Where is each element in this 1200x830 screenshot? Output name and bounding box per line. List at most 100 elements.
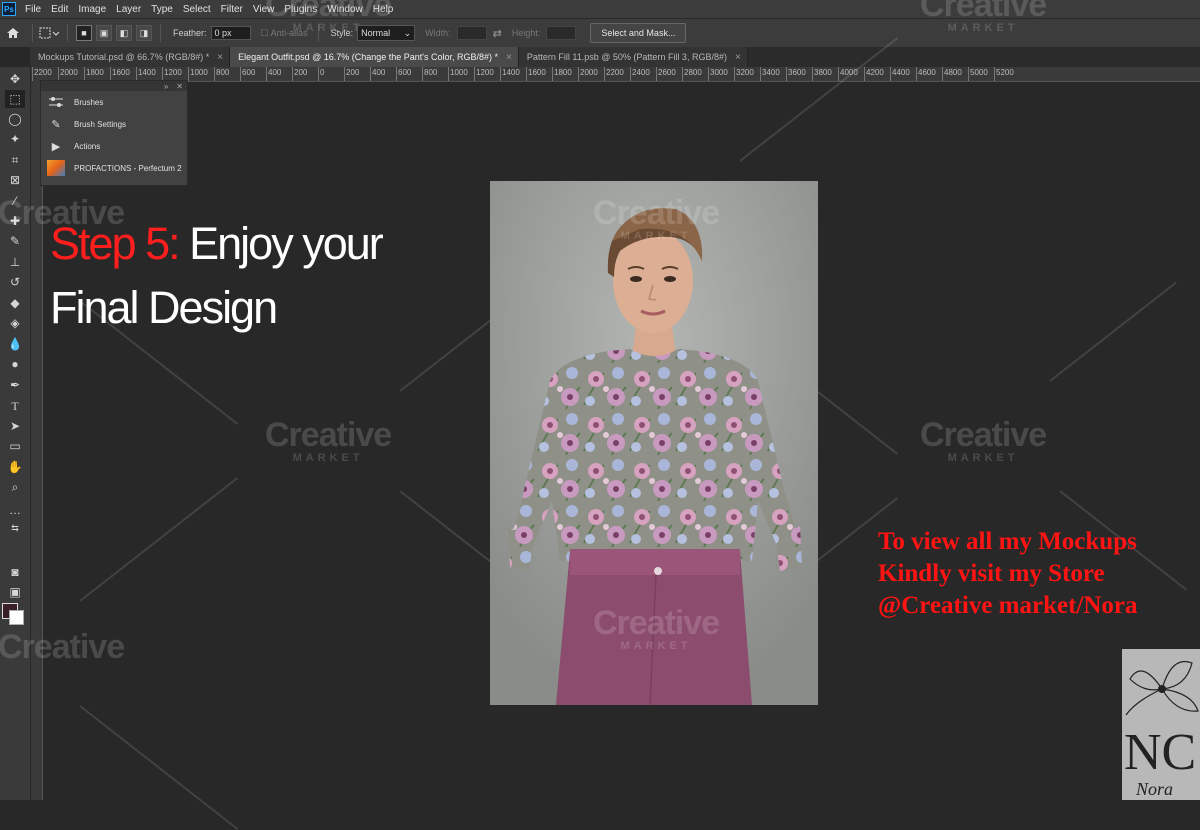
menu-file[interactable]: File <box>20 4 46 15</box>
style-select[interactable]: Normal ⌄ <box>357 25 416 41</box>
ruler-label: 1800 <box>86 68 104 77</box>
ruler-tick <box>58 67 59 81</box>
marquee-preset-icon[interactable] <box>39 25 61 41</box>
tab-mockups-tutorial[interactable]: Mockups Tutorial.psd @ 66.7% (RGB/8#) * × <box>30 47 231 67</box>
intersect-selection-button[interactable]: ◨ <box>136 25 152 41</box>
pen-tool-icon[interactable]: ✒ <box>5 376 25 394</box>
swap-colors-icon[interactable]: ⇆ <box>5 519 25 537</box>
ruler-tick <box>760 67 761 81</box>
eraser-tool-icon[interactable]: ◆ <box>5 294 25 312</box>
history-brush-icon[interactable]: ↺ <box>5 273 25 291</box>
ruler-label: 2200 <box>34 68 52 77</box>
stamp-tool-icon[interactable]: ⊥ <box>5 253 25 271</box>
more-tools-icon[interactable]: … <box>5 501 25 519</box>
ruler-label: 4400 <box>892 68 910 77</box>
brush-tool-icon[interactable]: ✎ <box>5 232 25 250</box>
panel-item-actions[interactable]: ▶ Actions <box>41 135 187 157</box>
store-line-1: To view all my Mockups <box>878 528 1137 555</box>
ruler-tick <box>604 67 605 81</box>
panel-item-label: Brush Settings <box>74 119 127 129</box>
watermark-sub: MARKET <box>947 452 1019 464</box>
select-and-mask-button[interactable]: Select and Mask... <box>590 23 687 43</box>
feather-input[interactable]: 0 px <box>210 26 251 40</box>
horizontal-ruler[interactable]: 2200 2000 1800 1600 1400 1200 1000 800 600 400 200… <box>30 67 1200 82</box>
menu-select[interactable]: Select <box>178 4 216 15</box>
step-number: Step 5: <box>50 218 181 269</box>
frame-tool-icon[interactable]: ⊠ <box>5 171 25 189</box>
menu-type[interactable]: Type <box>146 4 178 15</box>
brushes-panel: » ✕ Brushes ✎ Brush Settings ▶ Actions P… <box>40 80 188 186</box>
height-input[interactable] <box>546 26 577 40</box>
lasso-tool-icon[interactable]: ◯ <box>5 110 25 128</box>
paint-bucket-icon[interactable]: ◈ <box>5 314 25 332</box>
mockup-photo[interactable] <box>490 181 818 705</box>
ruler-label: 1800 <box>554 68 572 77</box>
close-icon[interactable]: ✕ <box>176 82 183 91</box>
store-promo-text: To view all my Mockups Kindly visit my S… <box>878 526 1138 622</box>
close-icon[interactable]: × <box>735 52 741 63</box>
ruler-tick <box>214 67 215 81</box>
close-icon[interactable]: × <box>217 52 223 63</box>
ruler-tick <box>110 67 111 81</box>
magic-wand-icon[interactable]: ✦ <box>5 130 25 148</box>
subtract-selection-button[interactable]: ◧ <box>116 25 132 41</box>
logo-script: Nora <box>1135 779 1173 799</box>
panel-item-label: Actions <box>74 141 101 151</box>
ruler-label: 600 <box>242 68 256 77</box>
step-title-line-1: Enjoy your <box>189 218 384 269</box>
ruler-label: 400 <box>268 68 282 77</box>
move-tool-icon[interactable]: ✥ <box>5 70 25 88</box>
tab-label: Mockups Tutorial.psd @ 66.7% (RGB/8#) * <box>38 52 210 62</box>
ruler-label: 2000 <box>580 68 598 77</box>
tab-elegant-outfit[interactable]: Elegant Outfit.psd @ 16.7% (Change the P… <box>230 47 519 67</box>
panel-item-profactions[interactable]: PROFACTIONS - Perfectum 2 <box>41 157 187 179</box>
menu-window[interactable]: Window <box>322 4 368 15</box>
rectangle-tool-icon[interactable]: ▭ <box>5 437 25 455</box>
menu-image[interactable]: Image <box>73 4 111 15</box>
ruler-tick <box>318 67 319 81</box>
tab-pattern-fill[interactable]: Pattern Fill 11.psb @ 50% (Pattern Fill … <box>518 47 748 67</box>
background-color-swatch[interactable] <box>9 610 24 625</box>
tab-label: Elegant Outfit.psd @ 16.7% (Change the P… <box>238 52 499 62</box>
menu-layer[interactable]: Layer <box>111 4 146 15</box>
store-line-3: @Creative market/Nora <box>878 592 1138 619</box>
crop-tool-icon[interactable]: ⌗ <box>5 151 25 169</box>
blur-tool-icon[interactable]: 💧 <box>5 335 25 353</box>
healing-brush-icon[interactable]: ✚ <box>5 212 25 230</box>
ruler-label: 3800 <box>814 68 832 77</box>
quick-mask-icon[interactable]: ◙ <box>5 563 25 581</box>
marquee-tool-icon[interactable]: ⬚ <box>5 90 25 108</box>
ruler-label: 1000 <box>190 68 208 77</box>
eyedropper-tool-icon[interactable]: ⁄ <box>5 192 25 210</box>
swap-dimensions-icon[interactable]: ⇄ <box>493 27 502 40</box>
width-input[interactable] <box>456 26 487 40</box>
panel-item-brush-settings[interactable]: ✎ Brush Settings <box>41 113 187 135</box>
new-selection-button[interactable]: ■ <box>76 25 92 41</box>
menu-view[interactable]: View <box>248 4 280 15</box>
ruler-tick <box>188 67 189 81</box>
ruler-tick <box>942 67 943 81</box>
vertical-ruler[interactable] <box>30 81 43 800</box>
step-title-line-2: Final Design <box>50 282 278 333</box>
ruler-label: 800 <box>216 68 230 77</box>
home-icon[interactable] <box>0 22 26 44</box>
close-icon[interactable]: × <box>506 52 512 63</box>
panel-item-brushes[interactable]: Brushes <box>41 91 187 113</box>
menu-edit[interactable]: Edit <box>46 4 73 15</box>
ruler-tick <box>916 67 917 81</box>
antialias-checkbox[interactable]: ☐ Anti-alias <box>261 28 308 39</box>
menu-filter[interactable]: Filter <box>216 4 248 15</box>
menu-help[interactable]: Help <box>368 4 399 15</box>
zoom-tool-icon[interactable]: ⌕ <box>5 478 25 496</box>
collapse-icon[interactable]: » <box>164 82 168 91</box>
type-tool-icon[interactable]: T <box>5 397 25 415</box>
dodge-tool-icon[interactable]: ● <box>5 355 25 373</box>
photoshop-logo-icon[interactable]: Ps <box>2 2 16 16</box>
screen-mode-icon[interactable]: ▣ <box>5 583 25 601</box>
path-selection-icon[interactable]: ➤ <box>5 417 25 435</box>
add-selection-button[interactable]: ▣ <box>96 25 112 41</box>
hand-tool-icon[interactable]: ✋ <box>5 458 25 476</box>
ruler-tick <box>630 67 631 81</box>
menu-plugins[interactable]: Plugins <box>279 4 322 15</box>
ruler-label: 1400 <box>502 68 520 77</box>
